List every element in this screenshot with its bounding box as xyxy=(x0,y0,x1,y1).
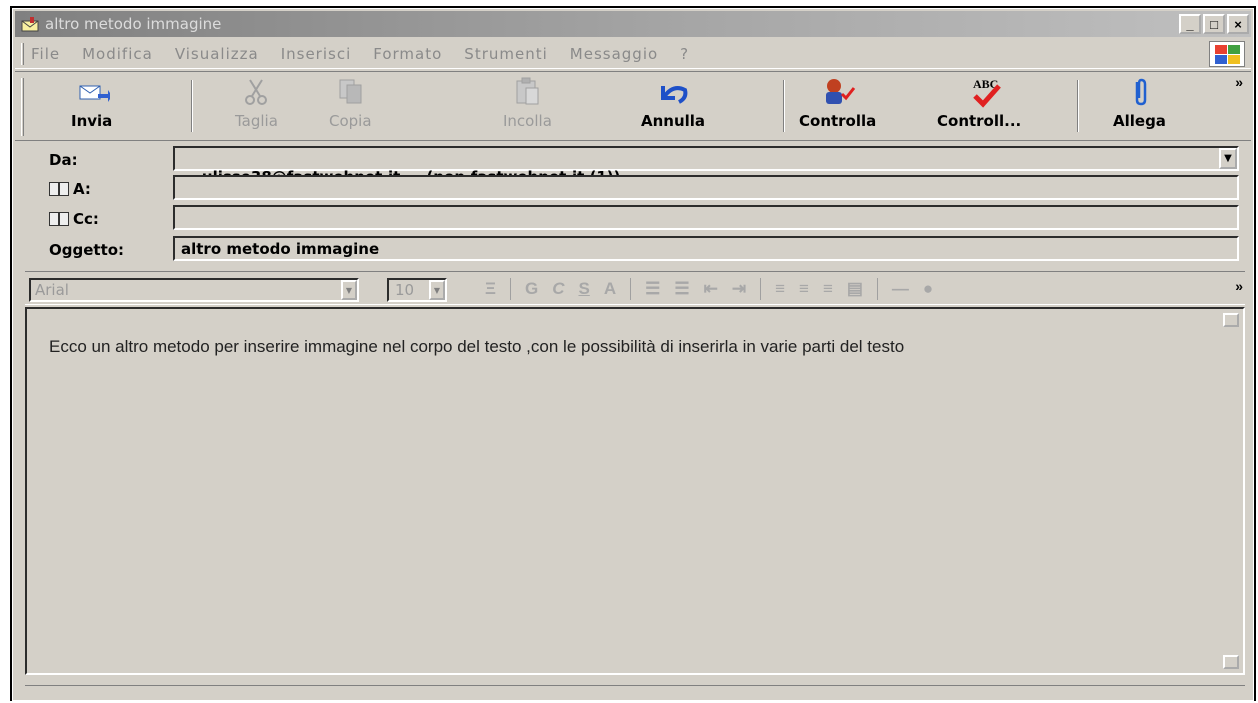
address-book-icon[interactable] xyxy=(49,182,69,196)
format-toolbar: Arial ▼ 10 ▼ Ξ G C S A ☰ ☰ ⇤ ⇥ ≡ ≡ ≡ ▤ —… xyxy=(25,271,1245,305)
bullet-list-icon[interactable]: ☰ xyxy=(674,279,689,299)
align-center-icon[interactable]: ≡ xyxy=(799,279,809,299)
align-left-icon[interactable]: ≡ xyxy=(775,279,785,299)
italic-icon[interactable]: C xyxy=(552,279,564,299)
maximize-button[interactable]: □ xyxy=(1203,14,1225,34)
scroll-up-button[interactable] xyxy=(1223,313,1239,327)
toolbar-more-chevron[interactable]: » xyxy=(1235,74,1243,90)
font-size-select[interactable]: 10 ▼ xyxy=(387,278,447,302)
paste-label: Incolla xyxy=(503,112,552,130)
window-frame: altro metodo immagine _ □ × File Modific… xyxy=(10,6,1256,701)
copy-label: Copia xyxy=(329,112,372,130)
format-buttons: Ξ G C S A ☰ ☰ ⇤ ⇥ ≡ ≡ ≡ ▤ — ● xyxy=(485,278,933,300)
format-separator xyxy=(876,278,878,300)
window-controls: _ □ × xyxy=(1179,14,1249,34)
menu-formato[interactable]: Formato xyxy=(373,45,442,63)
cc-label-row: Cc: xyxy=(49,210,99,228)
copy-icon xyxy=(332,76,368,108)
paste-button[interactable]: Incolla xyxy=(503,76,552,136)
spell-check-label: Controll... xyxy=(937,112,1022,130)
cc-label: Cc: xyxy=(73,210,99,228)
attach-label: Allega xyxy=(1113,112,1166,130)
from-dropdown-arrow-icon[interactable]: ▼ xyxy=(1219,148,1237,169)
undo-label: Annulla xyxy=(641,112,706,130)
size-dropdown-arrow-icon[interactable]: ▼ xyxy=(429,280,445,300)
subject-field[interactable]: altro metodo immagine xyxy=(173,236,1239,261)
from-label: Da: xyxy=(49,151,78,169)
font-select[interactable]: Arial ▼ xyxy=(29,278,359,302)
toolbar-separator xyxy=(783,80,785,132)
font-value: Arial xyxy=(35,281,69,299)
check-names-label: Controlla xyxy=(799,112,877,130)
cut-button[interactable]: Taglia xyxy=(235,76,278,136)
format-separator xyxy=(760,278,762,300)
menu-modifica[interactable]: Modifica xyxy=(82,45,153,63)
format-separator xyxy=(509,278,511,300)
menu-messaggio[interactable]: Messaggio xyxy=(570,45,658,63)
close-button[interactable]: × xyxy=(1227,14,1249,34)
check-names-icon xyxy=(820,76,856,108)
font-dropdown-arrow-icon[interactable]: ▼ xyxy=(341,280,357,300)
copy-button[interactable]: Copia xyxy=(329,76,372,136)
clipboard-icon xyxy=(509,76,545,108)
cut-label: Taglia xyxy=(235,112,278,130)
message-body[interactable]: Ecco un altro metodo per inserire immagi… xyxy=(25,307,1245,675)
send-button[interactable]: Invia xyxy=(71,76,112,136)
to-label-row: A: xyxy=(49,180,91,198)
attach-button[interactable]: Allega xyxy=(1113,76,1166,136)
menu-file[interactable]: File xyxy=(31,45,60,63)
font-size-value: 10 xyxy=(395,281,415,299)
align-right-icon[interactable]: ≡ xyxy=(823,279,833,299)
menu-help[interactable]: ? xyxy=(680,45,689,63)
menu-bar: File Modifica Visualizza Inserisci Forma… xyxy=(15,39,1251,69)
message-body-text: Ecco un altro metodo per inserire immagi… xyxy=(49,337,905,356)
spell-check-icon: ABC xyxy=(961,76,1001,108)
send-label: Invia xyxy=(71,112,113,130)
bold-icon[interactable]: G xyxy=(525,279,538,299)
subject-label: Oggetto: xyxy=(49,241,125,259)
window-title: altro metodo immagine xyxy=(45,15,222,33)
menu-inserisci[interactable]: Inserisci xyxy=(281,45,352,63)
menu-strumenti[interactable]: Strumenti xyxy=(464,45,547,63)
toolbar-separator xyxy=(191,80,193,132)
send-icon xyxy=(74,76,112,108)
toolbar: Invia Taglia Copia Incolla Annulla Contr… xyxy=(15,71,1251,141)
increase-indent-icon[interactable]: ⇥ xyxy=(732,279,746,299)
to-label: A: xyxy=(73,180,91,198)
compose-mail-icon xyxy=(21,16,39,32)
check-names-button[interactable]: Controlla xyxy=(799,76,876,136)
cc-field[interactable] xyxy=(173,205,1239,230)
undo-arrow-icon xyxy=(655,76,691,108)
undo-button[interactable]: Annulla xyxy=(641,76,705,136)
paragraph-style-icon[interactable]: Ξ xyxy=(485,279,496,299)
decrease-indent-icon[interactable]: ⇤ xyxy=(704,279,718,299)
spell-check-button[interactable]: ABC Controll... xyxy=(937,76,1021,136)
title-bar[interactable]: altro metodo immagine _ □ × xyxy=(15,11,1251,37)
paperclip-icon xyxy=(1121,76,1157,108)
menubar-grip[interactable] xyxy=(21,43,24,65)
format-more-chevron[interactable]: » xyxy=(1235,278,1243,294)
justify-icon[interactable]: ▤ xyxy=(847,279,863,299)
windows-logo-icon xyxy=(1209,41,1245,67)
compose-window: altro metodo immagine _ □ × File Modific… xyxy=(12,8,1254,701)
format-separator xyxy=(630,278,632,300)
font-color-icon[interactable]: A xyxy=(604,279,616,299)
scroll-down-button[interactable] xyxy=(1223,655,1239,669)
toolbar-grip[interactable] xyxy=(21,78,24,136)
insert-link-icon[interactable]: ● xyxy=(923,279,933,299)
minimize-button[interactable]: _ xyxy=(1179,14,1201,34)
menu-visualizza[interactable]: Visualizza xyxy=(175,45,259,63)
numbered-list-icon[interactable]: ☰ xyxy=(645,279,660,299)
underline-icon[interactable]: S xyxy=(578,279,589,299)
from-combobox[interactable]: ulisse38@fastwebnet.it (pop.fastwebnet.i… xyxy=(173,146,1239,186)
toolbar-separator xyxy=(1077,80,1079,132)
scissors-icon xyxy=(238,76,274,108)
horizontal-line-icon[interactable]: — xyxy=(892,279,909,299)
status-bar xyxy=(25,685,1245,703)
to-field[interactable] xyxy=(173,175,1239,200)
address-book-icon[interactable] xyxy=(49,212,69,226)
